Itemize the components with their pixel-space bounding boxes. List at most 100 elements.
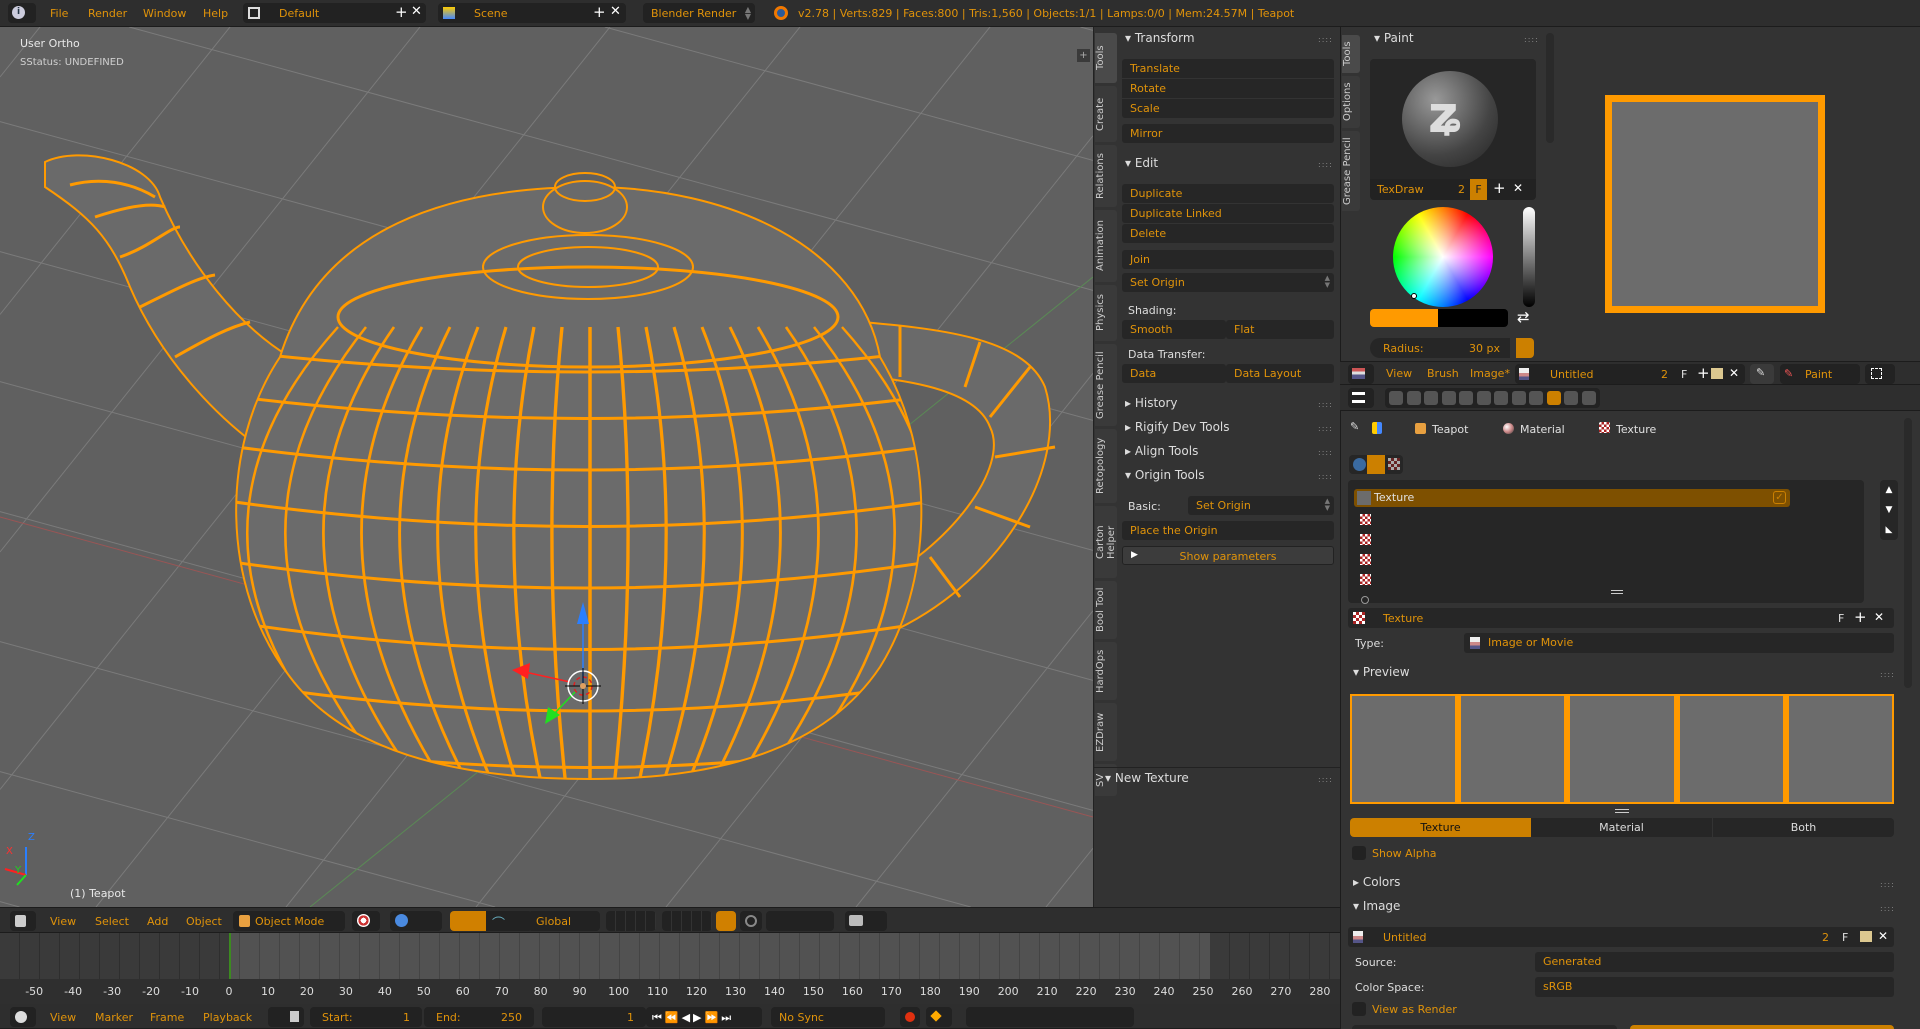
playback-controls[interactable]: ⏮⏪◀▶⏩⏭ (646, 1007, 762, 1027)
scene-selector[interactable]: Scene + ✕ (438, 3, 626, 23)
add-slot-icon[interactable] (1361, 596, 1369, 604)
new-image-icon[interactable]: + (1697, 364, 1710, 382)
timeline-ruler[interactable] (0, 979, 1340, 1004)
image-fake-user-button[interactable]: F (1681, 368, 1687, 381)
preview-resize-handle[interactable] (1615, 809, 1629, 813)
new-texture-icon[interactable]: + (1854, 608, 1867, 626)
open-image-file-icon[interactable] (1860, 931, 1872, 942)
list-move-buttons[interactable]: ▲ ▼ ◣ (1880, 480, 1898, 540)
place-origin-button[interactable]: Place the Origin (1122, 521, 1334, 540)
editor-type-info-button[interactable]: i (8, 3, 36, 23)
tab-animation[interactable]: Animation (1095, 210, 1117, 282)
brush-preview[interactable]: ʑ (1370, 59, 1536, 179)
smooth-button[interactable]: Smooth (1122, 320, 1226, 339)
data-layout-button[interactable]: Data Layout (1226, 364, 1334, 383)
keying-set-button[interactable] (926, 1007, 952, 1027)
texture-tab-icon[interactable] (1546, 391, 1561, 405)
colors-panel-header[interactable]: ▸ Colors (1353, 875, 1400, 889)
object-tab-icon[interactable] (1459, 391, 1473, 405)
tab-carton-helper[interactable]: Carton Helper (1095, 506, 1117, 578)
tab-physics[interactable]: Physics (1095, 285, 1117, 341)
pin-context-icon[interactable]: ✎ (1350, 420, 1359, 433)
value-slider[interactable] (1523, 207, 1535, 307)
menu-view[interactable]: View (1386, 367, 1412, 380)
image-editor-type-button[interactable] (1348, 364, 1374, 384)
color-wheel[interactable] (1393, 207, 1493, 307)
texture-slot-empty-icon[interactable] (1360, 554, 1371, 565)
breadcrumb-texture[interactable]: Texture (1616, 423, 1656, 436)
keying-set-field[interactable] (966, 1007, 1134, 1027)
join-button[interactable]: Join (1122, 250, 1334, 269)
panel-edit-header[interactable]: ▾ Edit (1125, 156, 1158, 170)
add-brush-icon[interactable]: + (1493, 179, 1506, 197)
texture-slot-list[interactable]: Texture ✓ (1348, 480, 1864, 604)
pin-image-button[interactable]: ✎ (1750, 364, 1774, 384)
specials-icon[interactable]: ◣ (1880, 520, 1898, 540)
material-tab-icon[interactable] (1529, 391, 1543, 405)
panel-transform-header[interactable]: ▾ Transform (1125, 31, 1195, 45)
paint-panel-header[interactable]: ▾ Paint (1374, 31, 1414, 45)
scene-name[interactable]: Scene (474, 7, 508, 20)
texture-fake-user-button[interactable]: F (1838, 612, 1844, 625)
tab-bool-tool[interactable]: Bool Tool (1095, 581, 1117, 639)
menu-brush[interactable]: Brush (1427, 367, 1459, 380)
editor-type-button[interactable] (10, 911, 36, 931)
image-panel-header[interactable]: ▾ Image (1353, 899, 1400, 913)
menu-window[interactable]: Window (143, 7, 186, 20)
layers-grid[interactable] (606, 911, 656, 931)
scrollbar[interactable] (1904, 418, 1912, 688)
close-scene-icon[interactable]: ✕ (610, 4, 621, 19)
pressure-toggle-icon[interactable] (1516, 338, 1534, 358)
particles-tab-icon[interactable] (1564, 391, 1578, 405)
tab-tools[interactable]: Tools (1095, 33, 1117, 83)
image-datablock-selector[interactable]: Untitled 2 F ✕ (1348, 927, 1894, 947)
orientation-selector[interactable]: Global (528, 911, 600, 931)
tab-grease-pencil[interactable]: Grease Pencil (1095, 344, 1117, 426)
ie-tab-options[interactable]: Options (1342, 76, 1360, 128)
world-texture-icon[interactable] (1353, 458, 1366, 471)
preview-type-tabs[interactable]: Texture Material Both (1350, 818, 1894, 837)
secondary-color-swatch[interactable] (1438, 309, 1508, 327)
texture-slot-empty-icon[interactable] (1360, 574, 1371, 585)
lock-camera-button[interactable] (716, 911, 736, 931)
scale-button[interactable]: Scale (1122, 99, 1334, 118)
unlink-texture-icon[interactable]: ✕ (1874, 610, 1884, 624)
texture-datablock-selector[interactable]: Texture F + ✕ (1348, 608, 1894, 628)
world-tab-icon[interactable] (1441, 391, 1456, 405)
remove-brush-icon[interactable]: ✕ (1513, 181, 1523, 195)
end-frame-field[interactable]: End: 250 (424, 1007, 534, 1027)
delete-button[interactable]: Delete (1122, 224, 1334, 243)
menu-marker[interactable]: Marker (95, 1011, 133, 1024)
partial-button-left[interactable] (1352, 1025, 1617, 1029)
preview-range-button[interactable] (268, 1007, 304, 1027)
layout-name[interactable]: Default (279, 7, 319, 20)
menu-view[interactable]: View (50, 1011, 76, 1024)
panel-rigify-header[interactable]: ▸ Rigify Dev Tools (1125, 420, 1230, 434)
preview-panel-header[interactable]: ▾ Preview (1353, 665, 1410, 679)
viewport-canvas[interactable] (0, 27, 1093, 907)
close-layout-icon[interactable]: ✕ (411, 4, 422, 19)
color-picker-handle[interactable] (1411, 293, 1417, 299)
record-button[interactable] (900, 1007, 920, 1027)
texture-type-tabs[interactable] (1349, 455, 1403, 474)
manipulator-buttons[interactable]: ⌒ (450, 911, 532, 932)
toolshelf-toggle-icon[interactable]: + (1077, 49, 1090, 62)
menu-object[interactable]: Object (186, 915, 222, 928)
rotate-button[interactable]: Rotate (1122, 79, 1334, 98)
constraints-tab-icon[interactable] (1476, 391, 1491, 405)
current-frame-line[interactable] (229, 933, 231, 979)
paint-panel-scrollbar[interactable] (1546, 33, 1554, 143)
data-tab-icon[interactable] (1511, 391, 1526, 405)
snap-buttons[interactable] (766, 911, 834, 931)
render-engine-selector[interactable]: Blender Render ▲ ▼ (643, 3, 755, 23)
show-alpha-checkbox[interactable] (1352, 846, 1366, 860)
render-tab-icon[interactable] (1389, 391, 1403, 405)
add-layout-icon[interactable]: + (395, 3, 408, 21)
duplicate-button[interactable]: Duplicate (1122, 184, 1334, 203)
menu-playback[interactable]: Playback (203, 1011, 252, 1024)
physics-tab-icon[interactable] (1581, 391, 1596, 405)
texture-slot-empty-icon[interactable] (1360, 514, 1371, 525)
open-image-icon[interactable] (1711, 368, 1723, 379)
flat-button[interactable]: Flat (1226, 320, 1334, 339)
screen-layout-selector[interactable]: Default + ✕ (243, 3, 426, 23)
